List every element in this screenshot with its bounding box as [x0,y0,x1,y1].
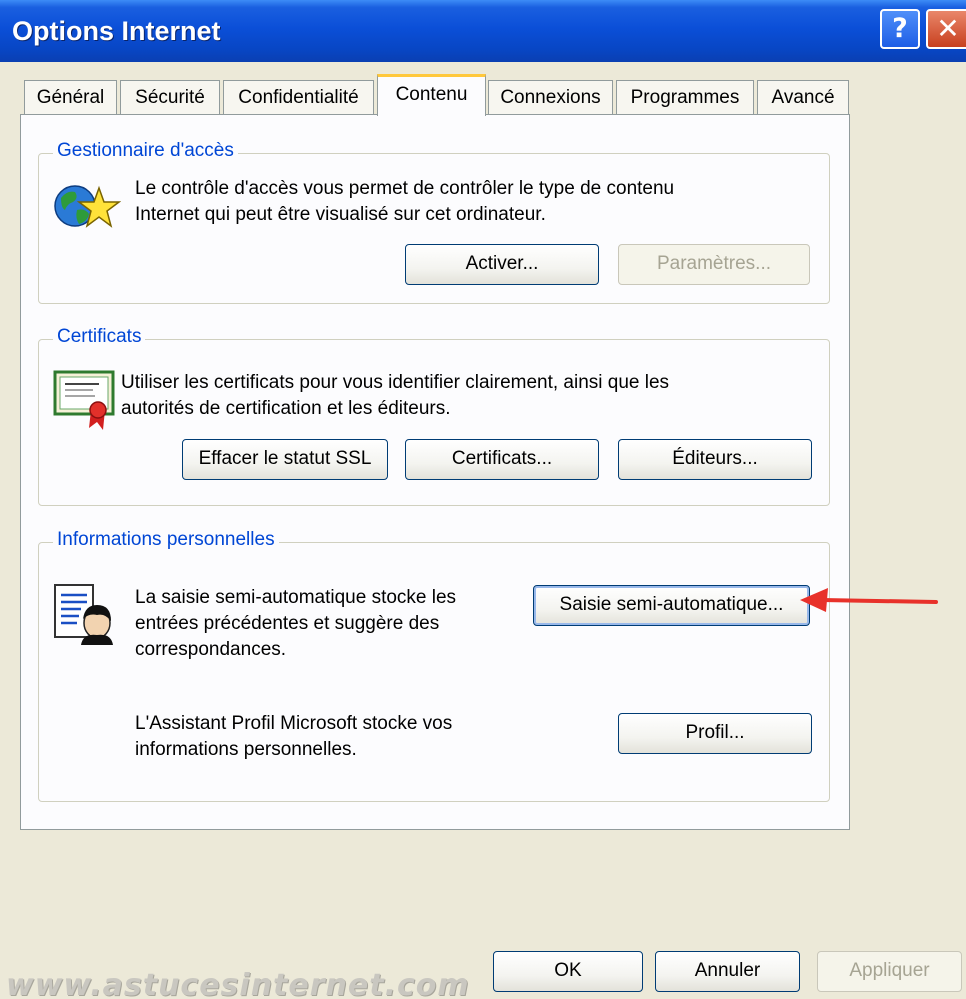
autocomplete-description-line1: La saisie semi-automatique stocke les [135,587,457,608]
certificate-icon [53,370,115,430]
help-icon: ? [892,13,908,44]
tab-confidentialite[interactable]: Confidentialité [223,80,374,114]
personal-info-title: Informations personnelles [53,529,279,551]
certificates-description-line1: Utiliser les certificats pour vous ident… [121,372,670,393]
title-bar[interactable]: Options Internet ? ✕ [0,0,966,62]
editeurs-button[interactable]: Éditeurs... [618,439,812,480]
effacer-statut-ssl-button[interactable]: Effacer le statut SSL [182,439,388,480]
certificats-button[interactable]: Certificats... [405,439,599,480]
tab-contenu[interactable]: Contenu [377,74,486,116]
tab-programmes[interactable]: Programmes [616,80,754,114]
parametres-button[interactable]: Paramètres... [618,244,810,285]
person-document-icon [54,584,113,645]
appliquer-button[interactable]: Appliquer [817,951,962,992]
profile-description-line1: L'Assistant Profil Microsoft stocke vos [135,713,453,734]
tab-general[interactable]: Général [24,80,117,114]
tab-avance[interactable]: Avancé [757,80,849,114]
tab-connexions[interactable]: Connexions [488,80,613,114]
autocomplete-description-line3: correspondances. [135,639,287,660]
close-button[interactable]: ✕ [926,9,966,49]
content-advisor-description-line1: Le contrôle d'accès vous permet de contr… [135,178,675,199]
window-title: Options Internet [12,16,221,46]
options-internet-window: Options Internet ? ✕ Général Sécurité Co… [0,0,966,999]
certificates-title: Certificats [53,326,146,348]
content-advisor-group: Gestionnaire d'accès Le contrôle d'accès… [38,140,830,304]
close-icon: ✕ [936,12,960,45]
watermark: www.astucesinternet.com [6,968,470,999]
annuler-button[interactable]: Annuler [655,951,800,992]
certificates-description-line2: autorités de certification et les éditeu… [121,398,451,419]
saisie-semi-automatique-button[interactable]: Saisie semi-automatique... [533,585,810,626]
profil-button[interactable]: Profil... [618,713,812,754]
help-button[interactable]: ? [880,9,920,49]
activer-button[interactable]: Activer... [405,244,599,285]
content-advisor-description-line2: Internet qui peut être visualisé sur cet… [135,204,546,225]
ok-button[interactable]: OK [493,951,643,992]
content-advisor-title: Gestionnaire d'accès [53,140,238,162]
profile-description-line2: informations personnelles. [135,739,357,760]
autocomplete-description-line2: entrées précédentes et suggère des [135,613,440,634]
annotation-arrow-icon [800,588,938,612]
personal-info-group: Informations personnelles La saisie semi… [38,529,830,802]
tab-securite[interactable]: Sécurité [120,80,220,114]
certificates-group: Certificats Utiliser les certificats pou… [38,326,830,506]
globe-star-icon [54,185,121,228]
